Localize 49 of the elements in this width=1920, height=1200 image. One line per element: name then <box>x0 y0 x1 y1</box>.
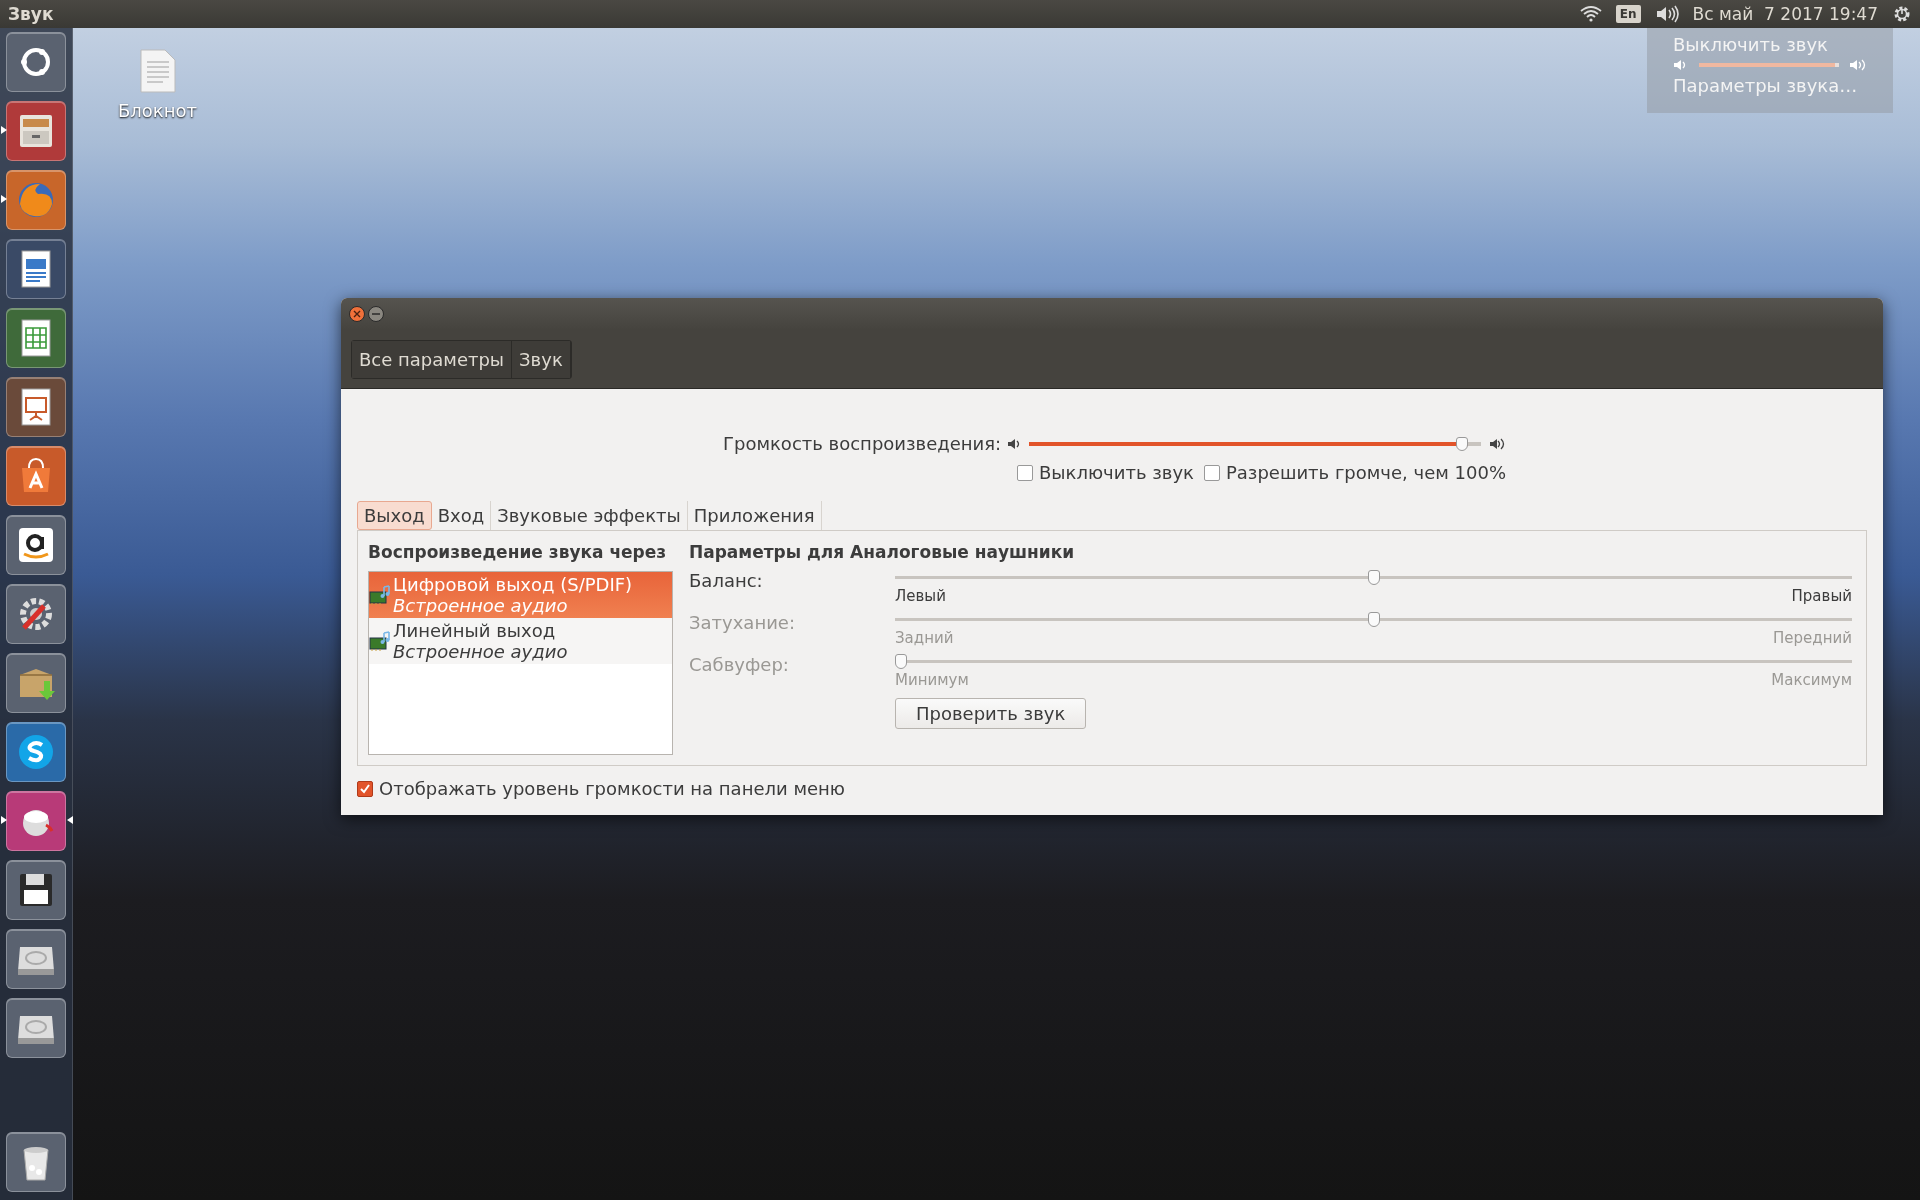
checkbox-label[interactable]: Выключить звук <box>1039 462 1194 483</box>
device-name: Линейный выход <box>393 620 557 642</box>
wifi-icon[interactable] <box>1579 6 1602 22</box>
section-heading: Параметры для Аналоговые наушники <box>689 541 1076 564</box>
speaker-low-icon <box>1007 437 1022 450</box>
slider-handle[interactable] <box>1367 570 1380 586</box>
slider-min-label: Минимум <box>895 671 969 690</box>
slider-max-label: Правый <box>1791 587 1852 606</box>
app-title: Звук <box>8 4 54 24</box>
tab[interactable]: Приложения <box>687 501 822 530</box>
slider-label: Баланс: <box>689 570 764 594</box>
close-button[interactable] <box>349 306 365 322</box>
slider-label: Затухание: <box>689 612 796 636</box>
speaker-high-icon <box>1849 59 1867 71</box>
sound-card-icon <box>369 584 391 607</box>
checkbox[interactable] <box>1017 464 1033 481</box>
slider-max-label: Максимум <box>1771 671 1852 690</box>
minimize-icon <box>372 313 380 315</box>
checkbox-label[interactable]: Отображать уровень громкости на панели меню <box>379 778 845 799</box>
tab[interactable]: Звуковые эффекты <box>491 501 688 530</box>
tab[interactable]: Выход <box>357 501 432 530</box>
checkbox[interactable] <box>357 780 373 797</box>
breadcrumb-button[interactable]: Звук <box>512 340 571 378</box>
speaker-high-icon <box>1489 437 1506 450</box>
breadcrumb-button[interactable]: Все параметры <box>352 340 513 378</box>
checkbox-label[interactable]: Разрешить громче, чем 100% <box>1225 462 1506 483</box>
gear-icon[interactable] <box>1892 4 1912 24</box>
minimize-button[interactable] <box>368 306 384 322</box>
slider-min-label: Левый <box>895 587 946 606</box>
volume-label: Громкость воспроизведения: <box>723 433 1002 454</box>
volume-slider[interactable] <box>1699 63 1839 67</box>
section-heading: Воспроизведение звука через <box>368 541 668 564</box>
device-list-item[interactable]: Линейный выход Встроенное аудио <box>369 618 672 665</box>
clock[interactable]: Вс май 7 2017 19:47 <box>1692 4 1878 24</box>
slider-max-label: Передний <box>1773 629 1852 648</box>
checkbox[interactable] <box>1203 464 1220 481</box>
close-icon <box>353 310 361 318</box>
slider-min-label: Задний <box>895 629 954 648</box>
device-name: Цифровой выход (S/PDIF) <box>393 574 633 596</box>
sound-card-icon <box>369 630 391 653</box>
keyboard-layout-indicator[interactable]: En <box>1615 5 1641 23</box>
tab[interactable]: Вход <box>431 501 492 530</box>
speaker-icon[interactable] <box>1654 5 1679 23</box>
device-description: Встроенное аудио <box>393 595 569 617</box>
test-sound-button[interactable]: Проверить звук <box>895 698 1087 730</box>
volume-slider[interactable] <box>1029 436 1482 451</box>
slider-label: Сабвуфер: <box>689 654 790 678</box>
device-description: Встроенное аудио <box>393 641 568 663</box>
launcher-item[interactable] <box>0 791 72 851</box>
